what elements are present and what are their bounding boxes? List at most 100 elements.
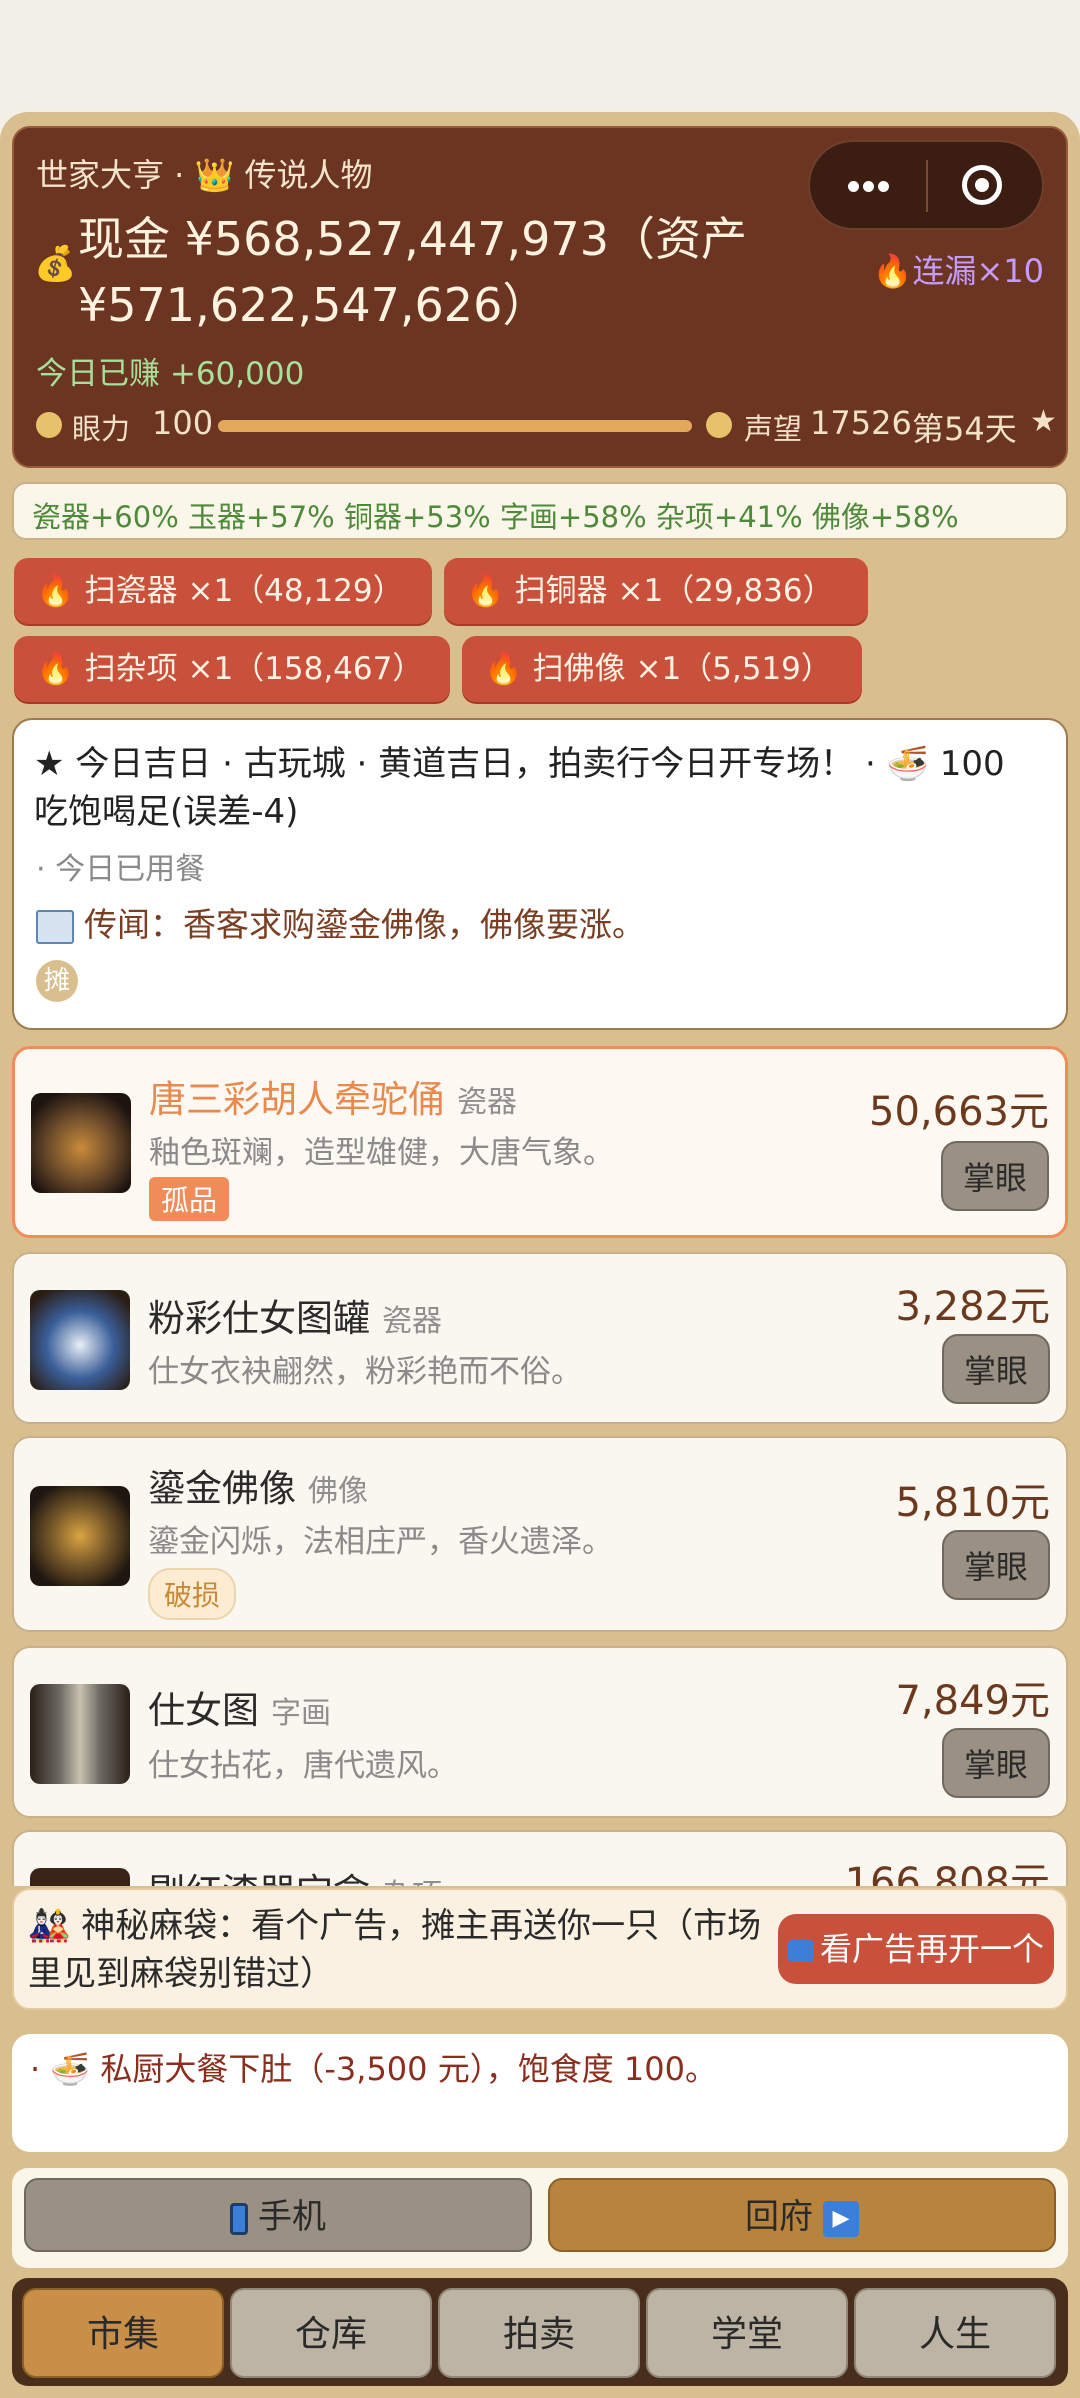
- log-entry: · 🍜 私厨大餐下肚（-3,500 元），饱食度 100。: [30, 2050, 717, 2088]
- more-icon[interactable]: [810, 142, 926, 228]
- daily-info-box: ★ 今日吉日 · 古玩城 · 黄道吉日，拍卖行今日开专场！ · 🍜 100 吃饱…: [12, 718, 1068, 1030]
- status-header: 世家大亨 · 👑 传说人物 🔥连漏×10 💰 现金 ¥568,527,447,9…: [12, 126, 1068, 468]
- bottom-tab-bar: 市集 仓库 拍卖 学堂 人生: [12, 2278, 1068, 2386]
- combo-badge: 🔥连漏×10: [872, 252, 1044, 290]
- tab-school[interactable]: 学堂: [646, 2288, 848, 2378]
- scan-label: 扫杂项 ×1（158,467）: [84, 651, 424, 687]
- phone-button[interactable]: 手机: [24, 2178, 532, 2252]
- appraise-button[interactable]: 掌眼: [942, 1728, 1050, 1798]
- market-item[interactable]: 仕女图 字画 仕女拈花，唐代遗风。 7,849元 掌眼: [12, 1646, 1068, 1818]
- mystery-bag-text: 🎎 神秘麻袋：看个广告，摊主再送你一只（市场里见到麻袋别错过）: [28, 1902, 768, 1998]
- eye-label: 眼力: [72, 412, 131, 446]
- scan-bronze-button[interactable]: 🔥 扫铜器 ×1（29,836）: [444, 558, 868, 624]
- fire-icon: 🔥: [484, 651, 523, 687]
- phone-label: 手机: [258, 2197, 326, 2237]
- scan-buddha-button[interactable]: 🔥 扫佛像 ×1（5,519）: [462, 636, 862, 702]
- item-thumbnail: [30, 1486, 130, 1586]
- mystery-bag-label: 神秘麻袋：看个广告，摊主再送你一只（市场里见到麻袋别错过）: [28, 1906, 762, 1994]
- watch-ad-label: 看广告再开一个: [819, 1930, 1044, 1968]
- star-icon: ★: [1030, 404, 1057, 439]
- fire-icon: 🔥: [36, 573, 75, 609]
- item-name-line: 剔红漆器宝盒 杂项: [148, 1862, 442, 1886]
- scan-misc-button[interactable]: 🔥 扫杂项 ×1（158,467）: [14, 636, 450, 702]
- tv-icon: [787, 1940, 814, 1962]
- item-name-line: 鎏金佛像 佛像: [148, 1458, 368, 1512]
- stall-badge[interactable]: 摊: [36, 960, 78, 1002]
- appraise-button[interactable]: 掌眼: [942, 1530, 1050, 1600]
- market-item[interactable]: 唐三彩胡人牵驼俑 瓷器 釉色斑斓，造型雄健，大唐气象。 孤品 50,663元 掌眼: [12, 1046, 1068, 1238]
- item-price: 166,808元: [844, 1860, 1050, 1886]
- category-bonus-strip: 瓷器+60% 玉器+57% 铜器+53% 字画+58% 杂项+41% 佛像+58…: [12, 482, 1068, 540]
- item-name-line: 粉彩仕女图罐 瓷器: [148, 1288, 442, 1342]
- reputation-icon: [706, 412, 732, 438]
- tab-warehouse[interactable]: 仓库: [230, 2288, 432, 2378]
- item-name-line: 仕女图 字画: [148, 1680, 331, 1734]
- scan-porcelain-button[interactable]: 🔥 扫瓷器 ×1（48,129）: [14, 558, 432, 624]
- market-item[interactable]: 粉彩仕女图罐 瓷器 仕女衣袂翩然，粉彩艳而不俗。 3,282元 掌眼: [12, 1252, 1068, 1424]
- item-name: 粉彩仕女图罐: [148, 1297, 370, 1340]
- mystery-bag-banner: 🎎 神秘麻袋：看个广告，摊主再送你一只（市场里见到麻袋别错过） 看广告再开一个: [12, 1888, 1068, 2010]
- damaged-tag: 破损: [148, 1568, 237, 1620]
- tab-market[interactable]: 市集: [22, 2288, 224, 2378]
- item-price: 3,282元: [895, 1284, 1050, 1330]
- item-desc: 鎏金闪烁，法相庄严，香火遗泽。: [148, 1524, 613, 1560]
- item-thumbnail: [30, 1290, 130, 1390]
- earned-today: 今日已赚 +60,000: [36, 356, 305, 392]
- daily-fortune-text: ★ 今日吉日 · 古玩城 · 黄道吉日，拍卖行今日开专场！ · 🍜 100 吃饱…: [34, 744, 1005, 832]
- item-thumbnail: [30, 1868, 130, 1886]
- cash-assets: 现金 ¥568,527,447,973（资产¥571,622,547,626）: [78, 212, 747, 332]
- item-desc: 仕女拈花，唐代遗风。: [148, 1748, 458, 1784]
- item-desc: 仕女衣袂翩然，粉彩艳而不俗。: [148, 1354, 582, 1390]
- fire-icon: 🔥: [466, 573, 505, 609]
- newspaper-icon: [36, 909, 74, 944]
- item-name: 仕女图: [148, 1689, 259, 1732]
- item-category: 杂项: [382, 1878, 442, 1886]
- scan-label: 扫佛像 ×1（5,519）: [532, 651, 832, 687]
- item-category: 瓷器: [457, 1085, 517, 1120]
- item-name: 唐三彩胡人牵驼俑: [149, 1078, 445, 1121]
- item-name: 鎏金佛像: [148, 1467, 296, 1510]
- tab-life[interactable]: 人生: [854, 2288, 1056, 2378]
- watch-ad-button[interactable]: 看广告再开一个: [778, 1914, 1054, 1984]
- item-price: 50,663元: [869, 1089, 1049, 1135]
- reputation-value: 17526: [810, 404, 912, 442]
- capsule-divider: [926, 160, 928, 212]
- market-item[interactable]: 鎏金佛像 佛像 鎏金闪烁，法相庄严，香火遗泽。 破损 5,810元 掌眼: [12, 1436, 1068, 1632]
- rank-text: 世家大亨 ·: [36, 156, 195, 194]
- go-home-button[interactable]: 回府 ▶: [548, 2178, 1056, 2252]
- eye-icon: [36, 412, 62, 438]
- item-price: 7,849元: [895, 1678, 1050, 1724]
- item-name: 剔红漆器宝盒: [148, 1871, 370, 1886]
- home-label: 回府: [745, 2197, 813, 2237]
- item-desc: 釉色斑斓，造型雄健，大唐气象。: [149, 1135, 614, 1171]
- event-log: · 🍜 私厨大餐下肚（-3,500 元），饱食度 100。: [12, 2034, 1068, 2152]
- item-price: 5,810元: [895, 1480, 1050, 1526]
- play-icon: ▶: [823, 2200, 859, 2237]
- crown-icon: 👑: [194, 156, 235, 194]
- rumor-text: 传闻：香客求购鎏金佛像，佛像要涨。: [84, 905, 645, 944]
- item-clip: 剔红漆器宝盒 杂项 166,808元: [12, 1830, 1068, 1886]
- eye-progress-bar: [218, 420, 692, 432]
- action-row: 手机 回府 ▶: [12, 2168, 1068, 2268]
- scan-label: 扫瓷器 ×1（48,129）: [84, 573, 404, 609]
- appraise-button[interactable]: 掌眼: [941, 1141, 1049, 1211]
- item-category: 佛像: [308, 1474, 368, 1509]
- miniprogram-capsule[interactable]: [808, 140, 1044, 230]
- unique-tag: 孤品: [149, 1177, 230, 1221]
- scan-label: 扫铜器 ×1（29,836）: [514, 573, 834, 609]
- appraise-button[interactable]: 掌眼: [942, 1334, 1050, 1404]
- phone-icon: [230, 2202, 248, 2235]
- item-category: 字画: [271, 1696, 331, 1731]
- fire-icon: 🔥: [36, 651, 75, 687]
- close-miniprogram-icon[interactable]: [962, 165, 1002, 205]
- eye-value: 100: [152, 404, 214, 442]
- rumor-line: 传闻：香客求购鎏金佛像，佛像要涨。: [36, 898, 645, 946]
- bag-icon: 🎎: [28, 1906, 71, 1946]
- money-bag-icon: 💰: [34, 244, 77, 284]
- market-item[interactable]: 剔红漆器宝盒 杂项 166,808元: [12, 1830, 1068, 1886]
- item-name-line: 唐三彩胡人牵驼俑 瓷器: [149, 1069, 517, 1123]
- stats-row: 眼力 100 声望 17526 第54天 ★: [36, 404, 1057, 448]
- title-text: 传说人物: [244, 156, 373, 194]
- item-thumbnail: [30, 1684, 130, 1784]
- tab-auction[interactable]: 拍卖: [438, 2288, 640, 2378]
